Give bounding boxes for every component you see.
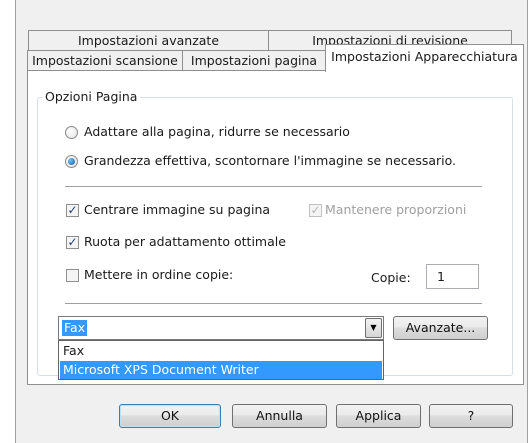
separator xyxy=(65,186,482,188)
printer-option[interactable]: Fax xyxy=(60,342,382,360)
collate-copies-label[interactable]: Mettere in ordine copie: xyxy=(84,267,233,282)
tab-page-settings[interactable]: Impostazioni pagina xyxy=(182,50,326,70)
tab-scan-settings[interactable]: Impostazioni scansione xyxy=(27,50,183,70)
tab-advanced-settings[interactable]: Impostazioni avanzate xyxy=(28,30,269,50)
advanced-button[interactable]: Avanzate... xyxy=(393,316,488,340)
rotate-fit-checkbox[interactable]: ✓ xyxy=(66,236,79,249)
copies-input[interactable]: 1 xyxy=(426,264,479,289)
printer-combobox-value: Fax xyxy=(62,320,88,336)
center-image-checkbox[interactable]: ✓ xyxy=(66,204,79,217)
radio-actual-size-label[interactable]: Grandezza effettiva, scontornare l'immag… xyxy=(84,153,456,168)
keep-proportions-label: Mantenere proporzioni xyxy=(325,202,467,217)
center-image-label[interactable]: Centrare immagine su pagina xyxy=(84,202,270,217)
ok-button[interactable]: OK xyxy=(119,404,221,428)
radio-fit-to-page[interactable] xyxy=(65,126,78,139)
radio-actual-size[interactable] xyxy=(65,155,78,168)
printer-option[interactable]: Microsoft XPS Document Writer xyxy=(60,361,382,379)
help-button[interactable]: ? xyxy=(429,404,513,428)
cancel-button[interactable]: Annulla xyxy=(232,404,327,428)
rotate-fit-label[interactable]: Ruota per adattamento ottimale xyxy=(84,234,286,249)
copies-label: Copie: xyxy=(371,270,411,285)
printer-combobox[interactable]: Fax ▼ xyxy=(58,316,384,340)
separator xyxy=(65,303,482,305)
group-title: Opzioni Pagina xyxy=(42,89,141,104)
radio-fit-to-page-label[interactable]: Adattare alla pagina, ridurre se necessa… xyxy=(84,124,350,139)
collate-copies-checkbox[interactable] xyxy=(66,269,79,282)
keep-proportions-checkbox: ✓ xyxy=(309,203,322,217)
apply-button[interactable]: Applica xyxy=(336,404,421,428)
chevron-down-icon[interactable]: ▼ xyxy=(365,318,382,338)
tab-device-settings[interactable]: Impostazioni Apparecchiatura xyxy=(325,44,524,72)
printer-dropdown-list: Fax Microsoft XPS Document Writer xyxy=(58,340,384,380)
